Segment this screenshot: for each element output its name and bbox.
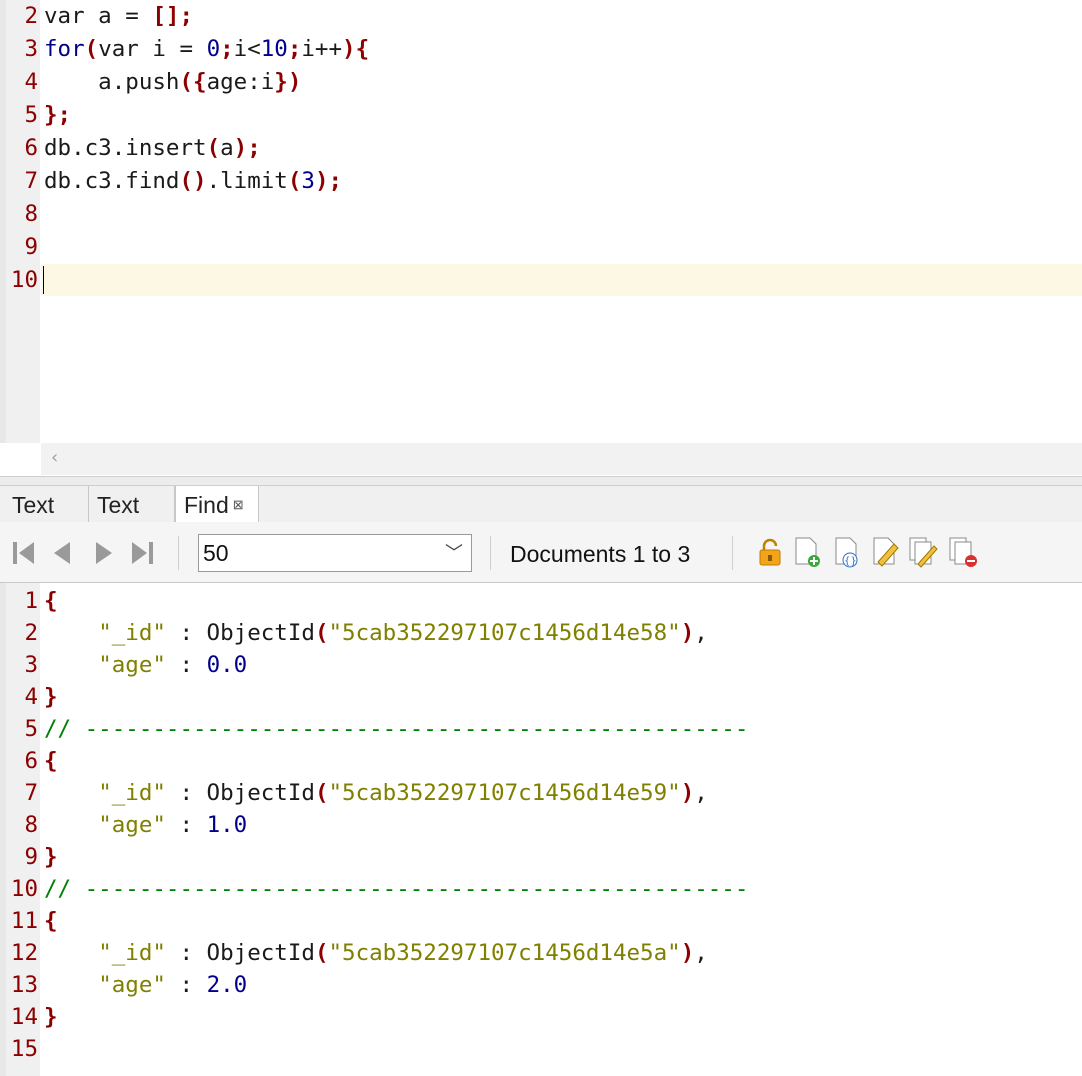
line-number: 12 xyxy=(10,940,38,966)
code-line[interactable]: "age" : 2.0 xyxy=(44,969,247,1002)
code-line[interactable]: for(var i = 0;i<10;i++){ xyxy=(44,33,369,66)
prev-page-icon[interactable] xyxy=(48,538,76,568)
query-editor[interactable]: 2 var a = []; 3 for(var i = 0;i<10;i++){4 a… xyxy=(0,0,1082,480)
line-number: 2 xyxy=(24,3,38,29)
add-document-icon[interactable] xyxy=(792,536,822,568)
line-number: 11 xyxy=(10,908,38,934)
page-size-value: 50 xyxy=(203,540,229,566)
line-number: 4 xyxy=(24,684,38,710)
results-pane[interactable]: 1{2 "_id" : ObjectId("5cab352297107c1456… xyxy=(0,583,1082,1076)
line-number: 14 xyxy=(10,1004,38,1030)
current-line-highlight xyxy=(41,264,1082,296)
result-tabs: Text Text Find ⊠ xyxy=(0,486,1082,523)
tab-find[interactable]: Find ⊠ xyxy=(175,486,259,522)
line-number: 5 xyxy=(24,102,38,128)
toolbar-separator xyxy=(178,536,179,570)
code-line[interactable]: { xyxy=(44,905,58,938)
line-number: 2 xyxy=(24,620,38,646)
line-number: 10 xyxy=(10,876,38,902)
code-line[interactable]: "_id" : ObjectId("5cab352297107c1456d14e… xyxy=(44,937,708,970)
toolbar-separator xyxy=(490,536,491,570)
code-line[interactable]: }; xyxy=(44,99,71,132)
last-page-icon[interactable] xyxy=(128,538,156,568)
code-line[interactable]: a.push({age:i}) xyxy=(44,66,301,99)
line-number: 7 xyxy=(24,780,38,806)
line-number: 13 xyxy=(10,972,38,998)
code-line[interactable]: "age" : 0.0 xyxy=(44,649,247,682)
view-json-icon[interactable]: {} xyxy=(832,536,862,568)
code-line[interactable]: // -------------------------------------… xyxy=(44,873,748,906)
line-number: 15 xyxy=(10,1036,38,1062)
line-number: 6 xyxy=(24,748,38,774)
code-line[interactable]: { xyxy=(44,585,58,618)
close-tab-icon[interactable]: ⊠ xyxy=(233,497,244,512)
line-number: 8 xyxy=(24,812,38,838)
edit-document-icon[interactable] xyxy=(870,536,900,568)
code-line[interactable]: } xyxy=(44,841,58,874)
edit-multiple-icon[interactable] xyxy=(908,536,938,568)
tab-text-1[interactable]: Text xyxy=(4,486,89,522)
code-line[interactable]: } xyxy=(44,1001,58,1034)
line-number: 8 xyxy=(24,201,38,227)
line-number: 4 xyxy=(24,69,38,95)
line-number: 5 xyxy=(24,716,38,742)
line-number: 9 xyxy=(24,844,38,870)
lock-icon[interactable] xyxy=(755,536,785,568)
code-line[interactable]: "_id" : ObjectId("5cab352297107c1456d14e… xyxy=(44,617,708,650)
results-toolbar: 50 ﹀ Documents 1 to 3 {} xyxy=(0,522,1082,583)
code-line[interactable]: "_id" : ObjectId("5cab352297107c1456d14e… xyxy=(44,777,708,810)
text-caret xyxy=(43,266,44,294)
code-line[interactable]: } xyxy=(44,681,58,714)
tab-label: Text xyxy=(12,492,55,518)
line-number: 3 xyxy=(24,652,38,678)
pane-splitter[interactable] xyxy=(0,476,1082,486)
line-number: 1 xyxy=(24,588,38,614)
line-number: 7 xyxy=(24,168,38,194)
line-number: 10 xyxy=(10,267,38,293)
code-line[interactable]: "age" : 1.0 xyxy=(44,809,247,842)
code-line[interactable]: // -------------------------------------… xyxy=(44,713,748,746)
svg-text:{}: {} xyxy=(844,556,857,567)
line-number: 6 xyxy=(24,135,38,161)
code-line[interactable]: var a = []; xyxy=(44,0,193,33)
scroll-left-icon[interactable]: ‹ xyxy=(51,447,58,468)
chevron-down-icon[interactable]: ﹀ xyxy=(445,535,463,571)
first-page-icon[interactable] xyxy=(10,538,38,568)
delete-documents-icon[interactable] xyxy=(948,536,978,568)
horizontal-scrollbar[interactable]: ‹ xyxy=(41,443,1082,475)
toolbar-separator xyxy=(732,536,733,570)
page-size-select[interactable]: 50 ﹀ xyxy=(198,534,472,572)
tab-label: Find xyxy=(184,492,229,518)
code-line[interactable]: db.c3.insert(a); xyxy=(44,132,261,165)
next-page-icon[interactable] xyxy=(90,538,118,568)
line-number: 3 xyxy=(24,36,38,62)
line-number: 9 xyxy=(24,234,38,260)
tab-text-2[interactable]: Text xyxy=(89,486,175,522)
code-line[interactable]: db.c3.find().limit(3); xyxy=(44,165,342,198)
code-line[interactable]: { xyxy=(44,745,58,778)
document-range-label: Documents 1 to 3 xyxy=(510,541,691,567)
tab-label: Text xyxy=(97,492,140,518)
